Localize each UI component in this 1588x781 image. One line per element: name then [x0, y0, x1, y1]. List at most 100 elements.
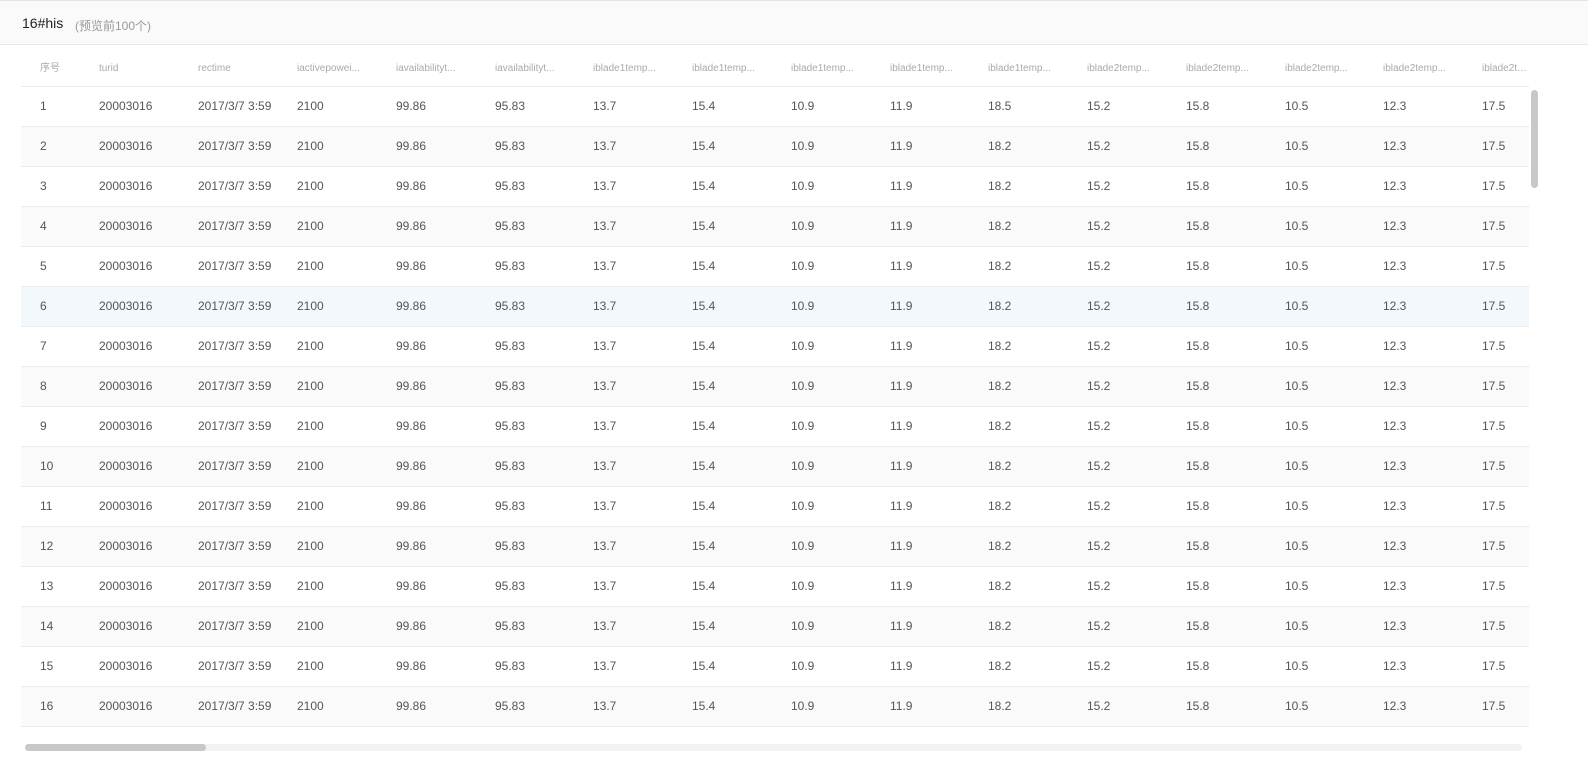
table-cell: 2100: [297, 179, 324, 193]
table-cell: 11.9: [890, 139, 913, 153]
table-cell: 20003016: [99, 659, 153, 673]
preview-header: 16#his (预览前100个): [0, 0, 1588, 45]
table-cell: 18.2: [988, 339, 1012, 353]
table-cell: 18.2: [988, 579, 1012, 593]
column-header[interactable]: iblade1temp...: [988, 52, 1080, 86]
table-cell: 17.5: [1482, 499, 1506, 513]
table-cell: 99.86: [396, 459, 427, 473]
table-cell: 17.5: [1482, 379, 1506, 393]
table-cell: 2100: [297, 699, 324, 713]
table-row[interactable]: 14 20003016 2017/3/7 3:59 2100 99.86 95.83 13.…: [21, 607, 1529, 647]
table-cell: 11.9: [890, 579, 913, 593]
table-cell: 16: [40, 699, 54, 713]
table-cell: 10.9: [791, 419, 815, 433]
vertical-scroll-thumb[interactable]: [1531, 90, 1538, 188]
table-row[interactable]: 4 20003016 2017/3/7 3:59 2100 99.86 95.83 13.7…: [21, 207, 1529, 247]
table-cell: 99.86: [396, 139, 427, 153]
table-cell: 15.4: [692, 139, 716, 153]
table-cell: 15.2: [1087, 459, 1111, 473]
table-cell: 99.86: [396, 99, 427, 113]
column-header[interactable]: iblade2temp...: [1186, 52, 1278, 86]
column-header[interactable]: turid: [99, 52, 194, 86]
table-row[interactable]: 13 20003016 2017/3/7 3:59 2100 99.86 95.83 13.…: [21, 567, 1529, 607]
table-cell: 10.5: [1285, 499, 1309, 513]
table-cell: 10.5: [1285, 659, 1309, 673]
table-cell: 15.8: [1186, 179, 1210, 193]
table-row[interactable]: 16 20003016 2017/3/7 3:59 2100 99.86 95.83 13.…: [21, 687, 1529, 727]
table-row[interactable]: 7 20003016 2017/3/7 3:59 2100 99.86 95.83 13.7…: [21, 327, 1529, 367]
column-header[interactable]: iblade1temp...: [890, 52, 982, 86]
table-cell: 11.9: [890, 619, 913, 633]
column-header[interactable]: iavailabilityt...: [495, 52, 587, 86]
table-cell: 95.83: [495, 727, 587, 740]
table-cell: 15.8: [1186, 619, 1210, 633]
table-cell: 15.4: [692, 299, 716, 313]
table-cell: 95.83: [495, 139, 526, 153]
column-header[interactable]: iblade2temp...: [1285, 52, 1377, 86]
table-cell: 15.2: [1087, 99, 1111, 113]
table-cell: 2017/3/7 3:59: [198, 339, 272, 353]
table-cell: 17.5: [1482, 659, 1506, 673]
table-cell: 2100: [297, 727, 389, 740]
table-cell: 13.7: [593, 619, 617, 633]
horizontal-scroll-thumb[interactable]: [25, 744, 206, 751]
table-row[interactable]: 8 20003016 2017/3/7 3:59 2100 99.86 95.83 13.7…: [21, 367, 1529, 407]
data-table[interactable]: 序号 turid rectime iactivepowei... iavailabili…: [21, 52, 1529, 740]
table-row[interactable]: 6 20003016 2017/3/7 3:59 2100 99.86 95.83 13.7…: [21, 287, 1529, 327]
table-cell: 10.9: [791, 339, 815, 353]
table-cell: 15.8: [1186, 459, 1210, 473]
table-cell: 99.86: [396, 659, 427, 673]
table-cell: 7: [40, 339, 47, 353]
table-cell: 18.2: [988, 299, 1012, 313]
table-row[interactable]: 9 20003016 2017/3/7 3:59 2100 99.86 95.83 13.7…: [21, 407, 1529, 447]
table-cell: 18.2: [988, 179, 1012, 193]
table-cell: 20003016: [99, 699, 153, 713]
table-cell: 17.5: [1482, 539, 1506, 553]
table-cell: 20003016: [99, 219, 153, 233]
table-cell: 10.5: [1285, 579, 1309, 593]
column-header[interactable]: rectime: [198, 52, 293, 86]
column-header[interactable]: iblade1temp...: [593, 52, 685, 86]
table-cell: 15.2: [1087, 139, 1111, 153]
table-row[interactable]: 2 20003016 2017/3/7 3:59 2100 99.86 95.83 13.7…: [21, 127, 1529, 167]
table-cell: 11.9: [890, 259, 913, 273]
column-header[interactable]: iblade2temp...: [1482, 52, 1529, 86]
column-header[interactable]: 序号: [40, 52, 95, 86]
column-header[interactable]: iblade2temp...: [1383, 52, 1475, 86]
table-cell: 2100: [297, 259, 324, 273]
table-cell: 5: [40, 259, 47, 273]
table-cell: 95.83: [495, 419, 526, 433]
column-header[interactable]: iavailabilityt...: [396, 52, 488, 86]
table-cell: 15.4: [692, 419, 716, 433]
column-header[interactable]: iactivepowei...: [297, 52, 389, 86]
table-cell: 20003016: [99, 619, 153, 633]
table-cell: 15.2: [1087, 179, 1111, 193]
column-header[interactable]: iblade1temp...: [692, 52, 784, 86]
table-cell: 18.2: [988, 499, 1012, 513]
table-row[interactable]: 1 20003016 2017/3/7 3:59 2100 99.86 95.83 13.7…: [21, 87, 1529, 127]
table-cell: 10.9: [791, 179, 815, 193]
column-header[interactable]: iblade2temp...: [1087, 52, 1179, 86]
table-cell: 15.4: [692, 659, 716, 673]
column-header[interactable]: iblade1temp...: [791, 52, 883, 86]
table-cell: 18.2: [988, 459, 1012, 473]
table-cell: 15.8: [1186, 419, 1210, 433]
table-row[interactable]: 3 20003016 2017/3/7 3:59 2100 99.86 95.83 13.7…: [21, 167, 1529, 207]
table-cell: 18.2: [988, 727, 1080, 740]
table-row[interactable]: 15 20003016 2017/3/7 3:59 2100 99.86 95.83 13.…: [21, 647, 1529, 687]
table-cell: 10.5: [1285, 99, 1309, 113]
table-row[interactable]: 12 20003016 2017/3/7 3:59 2100 99.86 95.83 13.…: [21, 527, 1529, 567]
table-cell: 10.9: [791, 459, 815, 473]
table-cell: 17.5: [1482, 219, 1506, 233]
table-row[interactable]: 10 20003016 2017/3/7 3:59 2100 99.86 95.83 13.…: [21, 447, 1529, 487]
horizontal-scrollbar[interactable]: [25, 744, 1522, 751]
table-cell: 2017/3/7 3:59: [198, 259, 272, 273]
table-row[interactable]: 5 20003016 2017/3/7 3:59 2100 99.86 95.83 13.7…: [21, 247, 1529, 287]
table-cell: 13.7: [593, 259, 617, 273]
table-row[interactable]: 17 20003016 2017/3/7 3:59 2100 99.86 95.83 13.…: [21, 727, 1529, 740]
table-cell: 10.5: [1285, 379, 1309, 393]
table-row[interactable]: 11 20003016 2017/3/7 3:59 2100 99.86 95.83 13.…: [21, 487, 1529, 527]
table-cell: 10.5: [1285, 727, 1377, 740]
table-cell: 99.86: [396, 499, 427, 513]
table-cell: 15.4: [692, 727, 784, 740]
